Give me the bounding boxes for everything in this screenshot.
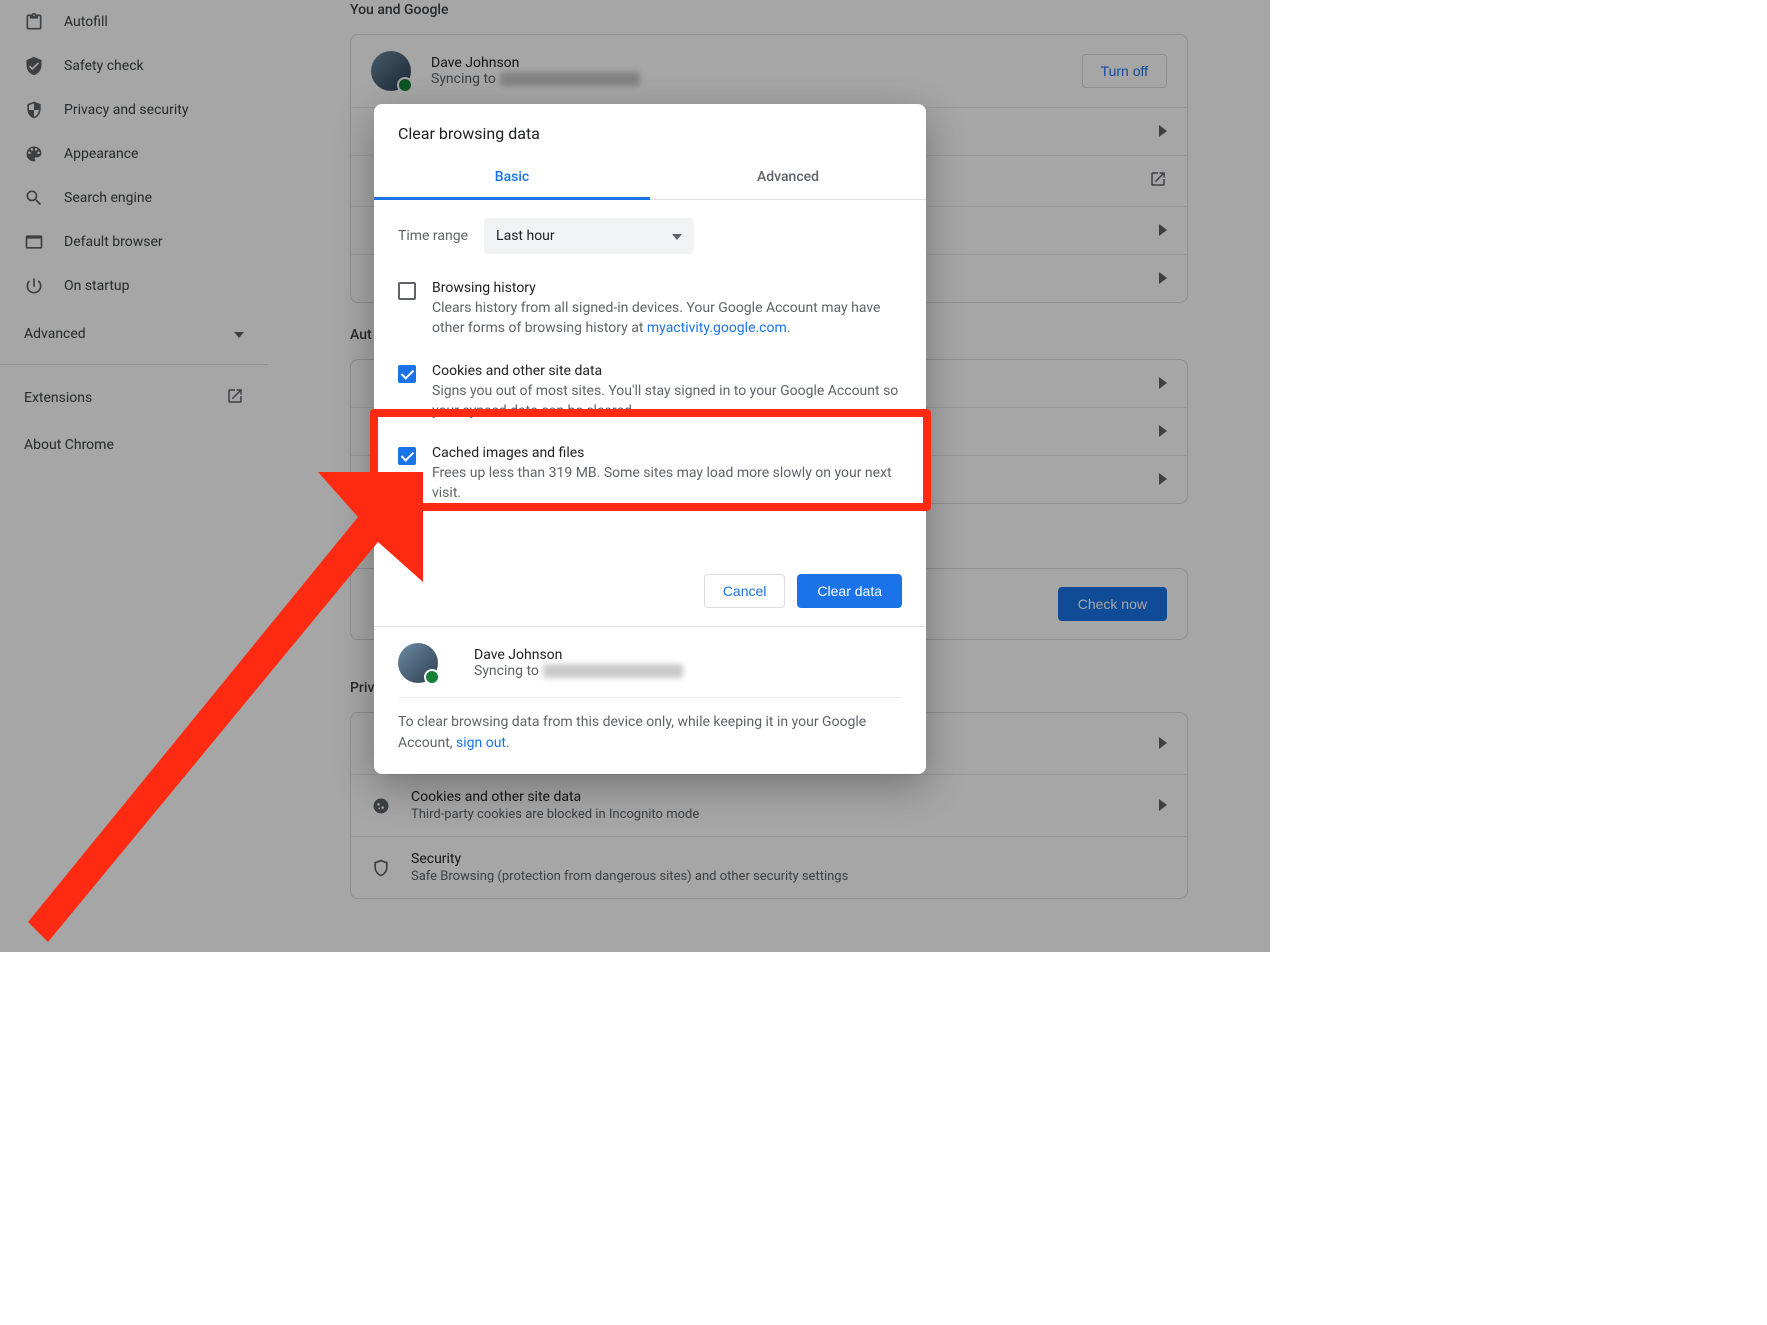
footer-profile-name: Dave Johnson bbox=[474, 647, 683, 663]
cancel-button[interactable]: Cancel bbox=[704, 574, 786, 608]
checkbox-cached[interactable] bbox=[398, 447, 416, 465]
time-range-value: Last hour bbox=[496, 228, 555, 244]
option-desc: Clears history from all signed-in device… bbox=[432, 298, 902, 339]
checkbox-browsing-history[interactable] bbox=[398, 282, 416, 300]
dialog-footer: Dave Johnson Syncing to To clear browsin… bbox=[374, 626, 926, 774]
option-cookies: Cookies and other site data Signs you ou… bbox=[398, 353, 902, 436]
sign-out-link[interactable]: sign out bbox=[456, 735, 506, 751]
dialog-tabs: Basic Advanced bbox=[374, 157, 926, 200]
footer-text: To clear browsing data from this device … bbox=[398, 698, 902, 754]
option-desc: Frees up less than 319 MB. Some sites ma… bbox=[432, 463, 902, 504]
clear-options-list: Browsing history Clears history from all… bbox=[374, 260, 926, 524]
clear-browsing-data-dialog: Clear browsing data Basic Advanced Time … bbox=[374, 104, 926, 774]
clear-data-button[interactable]: Clear data bbox=[797, 574, 902, 608]
option-cached: Cached images and files Frees up less th… bbox=[398, 435, 902, 518]
option-browsing-history: Browsing history Clears history from all… bbox=[398, 270, 902, 353]
dialog-title: Clear browsing data bbox=[374, 104, 926, 157]
option-title: Browsing history bbox=[432, 280, 902, 296]
tab-advanced[interactable]: Advanced bbox=[650, 157, 926, 199]
myactivity-link[interactable]: myactivity.google.com bbox=[647, 320, 787, 336]
time-range-label: Time range bbox=[398, 228, 468, 244]
sync-badge-icon bbox=[424, 669, 440, 685]
tab-basic[interactable]: Basic bbox=[374, 157, 650, 200]
time-range-row: Time range Last hour bbox=[374, 200, 926, 260]
checkbox-cookies[interactable] bbox=[398, 365, 416, 383]
chevron-down-icon bbox=[672, 228, 682, 244]
footer-profile-sync: Syncing to bbox=[474, 663, 683, 679]
time-range-select[interactable]: Last hour bbox=[484, 218, 694, 254]
option-title: Cached images and files bbox=[432, 445, 902, 461]
avatar bbox=[398, 643, 438, 683]
option-title: Cookies and other site data bbox=[432, 363, 902, 379]
option-desc: Signs you out of most sites. You'll stay… bbox=[432, 381, 902, 422]
footer-profile: Dave Johnson Syncing to bbox=[398, 643, 902, 698]
redacted-email bbox=[543, 664, 683, 678]
dialog-actions: Cancel Clear data bbox=[374, 524, 926, 626]
